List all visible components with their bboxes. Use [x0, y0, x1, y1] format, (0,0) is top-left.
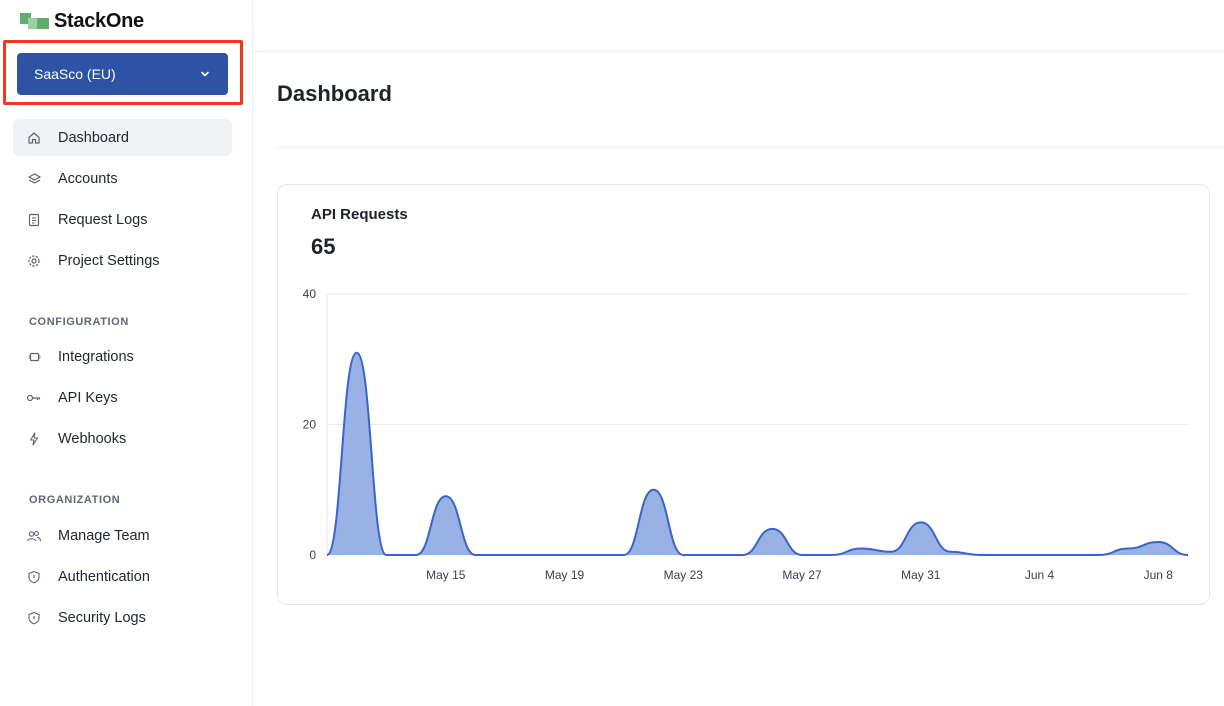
nav-item-label: Integrations — [58, 348, 134, 365]
nav-item-project-settings[interactable]: Project Settings — [13, 242, 232, 279]
app-logo[interactable]: StackOne — [20, 9, 144, 33]
x-tick-label: Jun 4 — [1025, 568, 1055, 582]
y-tick-label: 0 — [309, 548, 316, 562]
nav-item-security-logs[interactable]: Security Logs — [13, 599, 232, 636]
api-requests-chart: 0 20 40 May 15 May 19 May 23 May 27 May 31 Jun 4… — [303, 287, 1189, 582]
page-title: Dashboard — [277, 81, 392, 106]
x-tick-label: May 31 — [901, 568, 941, 582]
x-tick-label: May 23 — [664, 568, 704, 582]
series-area — [327, 352, 1188, 555]
divider — [277, 147, 1224, 148]
chevron-down-icon — [199, 68, 211, 80]
nav-item-integrations[interactable]: Integrations — [13, 338, 232, 375]
app-name: StackOne — [54, 9, 144, 32]
shield-icon — [26, 569, 42, 585]
project-selector-label: SaaSco (EU) — [34, 66, 116, 82]
section-label-configuration: CONFIGURATION — [29, 316, 129, 328]
project-selector[interactable]: SaaSco (EU) — [17, 53, 228, 95]
top-bar — [253, 0, 1224, 52]
x-tick-label: May 15 — [426, 568, 466, 582]
x-tick-label: Jun 8 — [1144, 568, 1174, 582]
nav-item-label: Project Settings — [58, 252, 160, 269]
home-icon — [26, 130, 42, 146]
nav-item-label: Webhooks — [58, 430, 127, 447]
card-title: API Requests — [311, 206, 408, 223]
nav-item-request-logs[interactable]: Request Logs — [13, 201, 232, 238]
main-nav: Dashboard Accounts Request Logs Project … — [13, 119, 232, 283]
sidebar: StackOne SaaSco (EU) Dashboard Accounts … — [0, 0, 253, 706]
organization-nav: Manage Team Authentication Security Logs — [13, 517, 232, 640]
nav-item-manage-team[interactable]: Manage Team — [13, 517, 232, 554]
card-value: 65 — [311, 234, 336, 259]
layers-icon — [26, 171, 42, 187]
key-icon — [26, 390, 42, 406]
nav-item-api-keys[interactable]: API Keys — [13, 379, 232, 416]
plug-icon — [26, 349, 42, 365]
x-tick-label: May 27 — [782, 568, 822, 582]
users-icon — [26, 528, 42, 544]
nav-item-label: Accounts — [58, 170, 118, 187]
nav-item-label: Manage Team — [58, 527, 150, 544]
nav-item-label: API Keys — [58, 389, 118, 406]
gear-icon — [26, 253, 42, 269]
nav-item-accounts[interactable]: Accounts — [13, 160, 232, 197]
document-icon — [26, 212, 42, 228]
y-tick-label: 40 — [303, 287, 317, 301]
nav-item-label: Request Logs — [58, 211, 148, 228]
nav-item-label: Security Logs — [58, 609, 146, 626]
bolt-icon — [26, 431, 42, 447]
nav-item-dashboard[interactable]: Dashboard — [13, 119, 232, 156]
y-tick-label: 20 — [303, 418, 317, 432]
nav-item-label: Dashboard — [58, 129, 129, 146]
nav-item-authentication[interactable]: Authentication — [13, 558, 232, 595]
nav-item-label: Authentication — [58, 568, 150, 585]
x-tick-label: May 19 — [545, 568, 585, 582]
section-label-organization: ORGANIZATION — [29, 494, 121, 506]
nav-item-webhooks[interactable]: Webhooks — [13, 420, 232, 457]
stackone-logo-icon — [20, 13, 50, 29]
configuration-nav: Integrations API Keys Webhooks — [13, 338, 232, 461]
shield-icon — [26, 610, 42, 626]
